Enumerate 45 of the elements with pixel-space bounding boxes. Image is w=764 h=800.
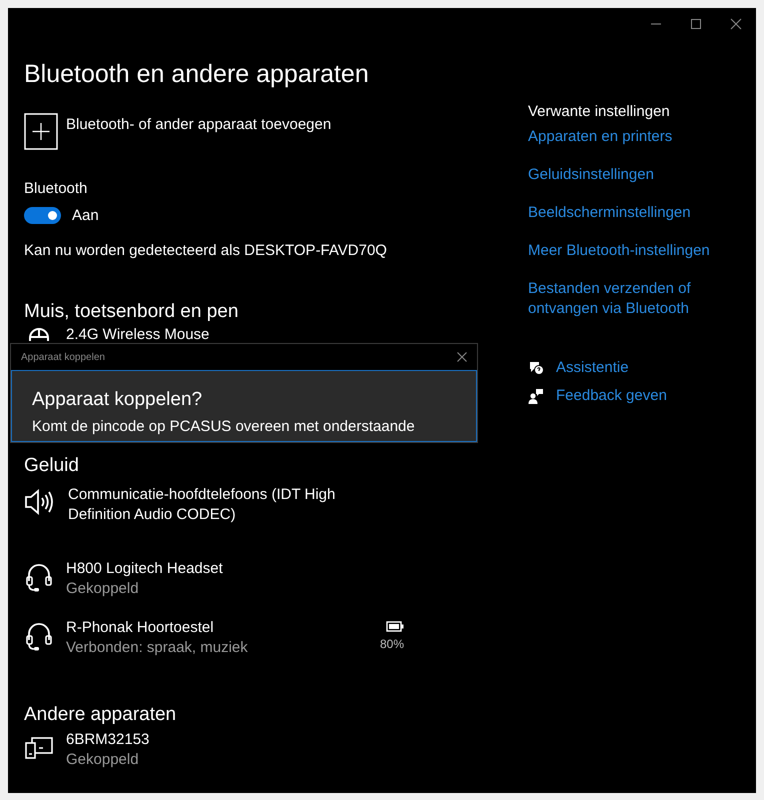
device-name: Communicatie-hoofdtelefoons (IDT High Definition Audio CODEC) [68, 485, 336, 525]
section-heading: Muis, toetsenbord en pen [24, 300, 240, 324]
settings-link[interactable]: Meer Bluetooth-instellingen [528, 241, 728, 261]
section-heading: Andere apparaten [24, 703, 178, 727]
device-name: 2.4G Wireless Mouse [66, 325, 210, 345]
device-status: Verbonden: spraak, muziek [66, 638, 249, 658]
bluetooth-label: Bluetooth [24, 180, 88, 197]
dialog-message: Komt de pincode op PCASUS overeen met onderstaande [32, 418, 416, 436]
battery-percentage: 80% [380, 637, 404, 651]
related-settings-heading: Verwante instellingen [528, 103, 671, 120]
close-icon [457, 352, 467, 362]
person-feedback-icon [528, 388, 544, 404]
plus-icon [24, 113, 58, 150]
headset-icon [24, 620, 54, 652]
device-item[interactable]: R-Phonak Hoortoestel Verbonden: spraak, muziek 80% [24, 618, 404, 658]
device-item[interactable]: Communicatie-hoofdtelefoons (IDT High Definition Audio CODEC) [24, 485, 404, 525]
device-item[interactable]: 6BRM32153 Gekoppeld [24, 730, 404, 770]
discoverable-text: Kan nu worden gedetecteerd als DESKTOP-FAVD70Q [24, 242, 388, 259]
settings-link[interactable]: Bestanden verzenden of ontvangen via Bluetooth [528, 279, 728, 319]
add-device-button[interactable]: Bluetooth- of ander apparaat toevoegen [24, 113, 332, 150]
section-heading: Geluid [24, 454, 80, 478]
settings-link[interactable]: Apparaten en printers [528, 127, 728, 147]
settings-link[interactable]: Beeldscherminstellingen [528, 203, 728, 223]
headset-icon [24, 561, 54, 593]
help-link[interactable]: Feedback geven [528, 387, 728, 404]
dialog-heading: Apparaat koppelen? [32, 389, 204, 411]
device-item[interactable]: 2.4G Wireless Mouse [24, 325, 404, 345]
bluetooth-toggle[interactable] [24, 207, 61, 224]
page-title: Bluetooth en andere apparaten [24, 59, 370, 90]
settings-link[interactable]: Geluidsinstellingen [528, 165, 728, 185]
help-link[interactable]: Assistentie [528, 359, 728, 376]
device-name: R-Phonak Hoortoestel [66, 618, 215, 638]
device-item[interactable]: H800 Logitech Headset Gekoppeld [24, 559, 404, 599]
close-icon [730, 18, 742, 30]
device-status: Gekoppeld [66, 750, 140, 770]
dialog-title: Apparaat koppelen [21, 352, 105, 362]
device-status: Gekoppeld [66, 579, 140, 599]
chat-question-icon [528, 360, 544, 376]
device-name: H800 Logitech Headset [66, 559, 224, 579]
speaker-icon [24, 487, 56, 517]
dialog-close-button[interactable] [457, 352, 467, 362]
toggle-state-text: Aan [72, 207, 99, 224]
device-name: 6BRM32153 [66, 730, 150, 750]
battery-icon [386, 621, 404, 632]
maximize-icon [690, 18, 702, 30]
